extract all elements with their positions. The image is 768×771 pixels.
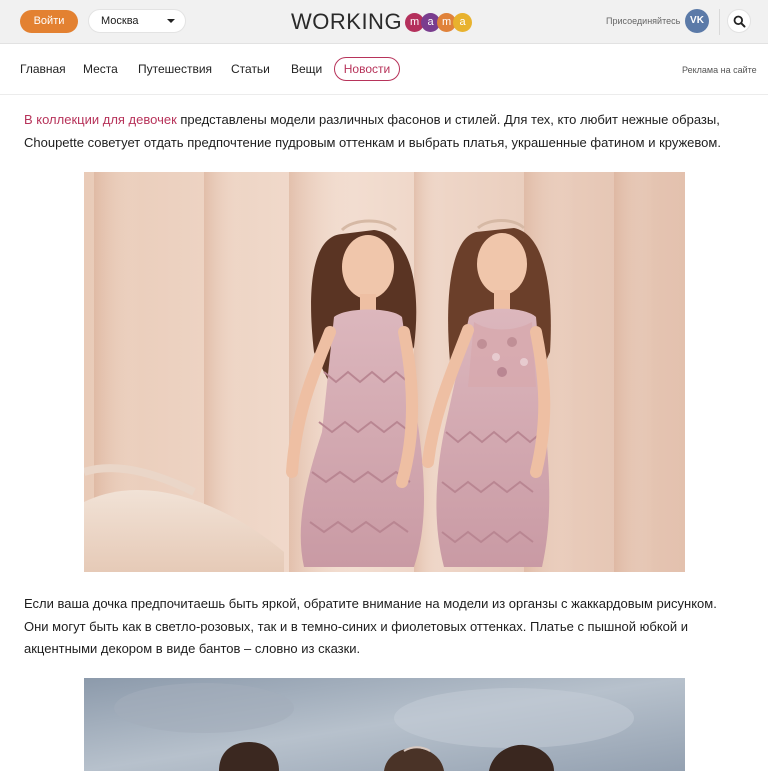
search-icon bbox=[733, 15, 746, 28]
site-logo[interactable]: WORKING m a m a bbox=[291, 8, 473, 36]
paragraph-line: Если ваша дочка предпочитаешь быть яркой… bbox=[24, 596, 717, 611]
nav-item-home[interactable]: Главная bbox=[20, 62, 66, 76]
article-photo-girls-pink-dresses bbox=[84, 172, 685, 572]
chevron-down-icon bbox=[167, 19, 175, 23]
advertising-link[interactable]: Реклама на сайте bbox=[682, 65, 757, 75]
article-paragraph: Если ваша дочка предпочитаешь быть яркой… bbox=[24, 593, 744, 661]
girls-collection-link[interactable]: В коллекции для девочек bbox=[24, 112, 177, 127]
nav-item-news[interactable]: Новости bbox=[334, 57, 400, 81]
logo-mama-circles: m a m a bbox=[405, 12, 473, 32]
main-nav: Главная Места Путешествия Статьи Вещи Но… bbox=[0, 45, 768, 95]
search-button[interactable] bbox=[727, 9, 751, 33]
nav-item-articles[interactable]: Статьи bbox=[231, 62, 270, 76]
login-button[interactable]: Войти bbox=[20, 10, 78, 33]
article-photo-girls-organza-dresses bbox=[84, 678, 685, 771]
join-us-label: Присоединяйтесь bbox=[606, 16, 681, 26]
nav-item-places[interactable]: Места bbox=[83, 62, 118, 76]
top-bar: Войти Москва WORKING m a m a Присоединяй… bbox=[0, 0, 768, 44]
nav-item-things[interactable]: Вещи bbox=[291, 62, 322, 76]
city-select[interactable]: Москва bbox=[88, 9, 186, 33]
logo-wordmark: WORKING bbox=[291, 9, 403, 34]
article-paragraph: В коллекции для девочек представлены мод… bbox=[24, 109, 744, 154]
photo-illustration bbox=[84, 678, 685, 771]
paragraph-line: акцентными декором в виде бантов – словн… bbox=[24, 641, 361, 656]
nav-item-travel[interactable]: Путешествия bbox=[138, 62, 212, 76]
divider bbox=[719, 9, 720, 35]
photo-illustration bbox=[84, 172, 685, 572]
paragraph-line: Choupette советует отдать предпочтение п… bbox=[24, 134, 721, 150]
paragraph-text: представлены модели различных фасонов и … bbox=[176, 112, 720, 127]
paragraph-line: Они могут быть как в светло-розовых, так… bbox=[24, 618, 689, 634]
vk-icon[interactable]: VK bbox=[685, 9, 709, 33]
paragraph-line: В коллекции для девочек представлены мод… bbox=[24, 109, 744, 132]
logo-letter: a bbox=[453, 12, 473, 32]
city-select-value: Москва bbox=[101, 15, 139, 27]
